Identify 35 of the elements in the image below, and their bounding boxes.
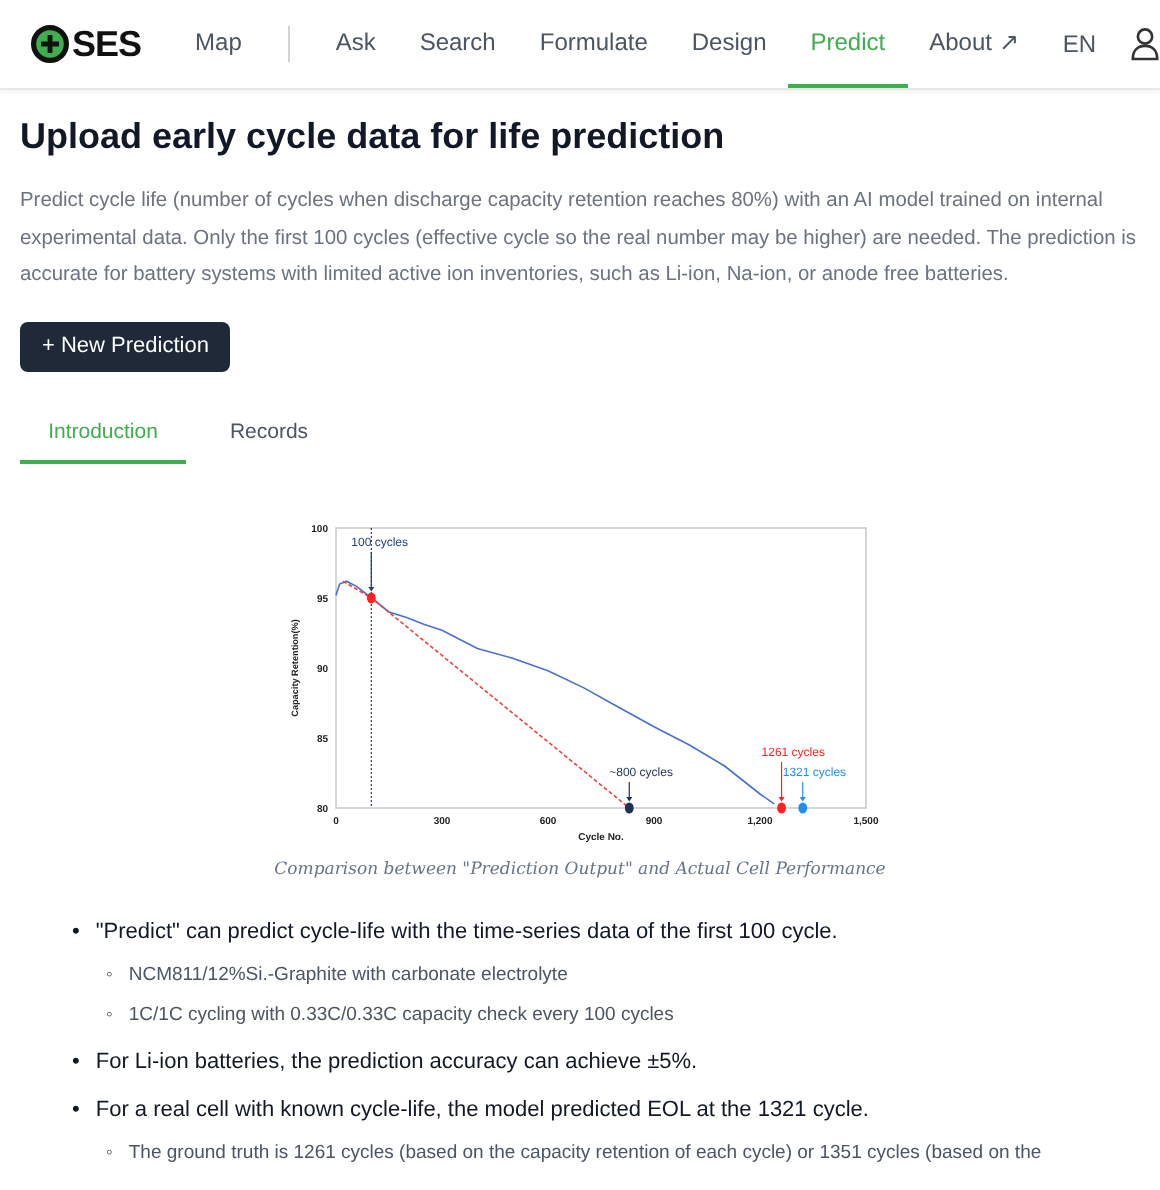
logo-text[interactable]: SES bbox=[72, 23, 142, 65]
bullet-text: For Li-ion batteries, the prediction accuracy can achieve ±5%. bbox=[95, 1049, 698, 1073]
bullet-icon: ◦ bbox=[106, 1141, 113, 1163]
annotation-arrow bbox=[799, 780, 806, 801]
bullet-icon: • bbox=[72, 1097, 80, 1121]
bullet-icon: ◦ bbox=[106, 963, 113, 985]
bullet-icon: ◦ bbox=[106, 1003, 113, 1025]
annotation-arrow bbox=[368, 550, 375, 591]
bullet-text: The ground truth is 1261 cycles (based on the capacity retention of each cycle) or 1351 cycles (based on the bbox=[128, 1141, 1042, 1163]
user-icon[interactable] bbox=[1129, 26, 1160, 62]
nav-link[interactable]: Map bbox=[173, 0, 264, 88]
data-point bbox=[624, 801, 634, 813]
nav-link[interactable]: Ask bbox=[313, 0, 398, 88]
new-prediction-button[interactable]: + New Prediction bbox=[20, 321, 231, 371]
plus-circle-icon bbox=[30, 24, 70, 64]
nav-link[interactable]: Search bbox=[397, 0, 518, 88]
language-selector[interactable]: EN bbox=[1040, 30, 1118, 58]
figure-caption: Comparison between "Prediction Output" and Actual Cell Performance bbox=[274, 859, 886, 879]
bullet-icon: • bbox=[72, 919, 80, 943]
data-point bbox=[798, 801, 808, 813]
annotation-arrow bbox=[626, 780, 633, 801]
nav-link[interactable]: Design bbox=[669, 0, 789, 88]
annotation-arrow bbox=[778, 760, 785, 801]
bullet-icon: • bbox=[72, 1049, 80, 1073]
tab[interactable]: Records bbox=[186, 411, 352, 463]
data-point bbox=[366, 591, 376, 603]
nav-link[interactable]: About ↗ bbox=[907, 0, 1041, 88]
bullet-text: 1C/1C cycling with 0.33C/0.33C capacity check every 100 cycles bbox=[128, 1003, 674, 1025]
bullet-text: "Predict" can predict cycle-life with the time-series data of the first 100 cycle. bbox=[95, 919, 838, 943]
nav-link[interactable]: Formulate bbox=[517, 0, 670, 88]
bullet-text: NCM811/12%Si.-Graphite with carbonate electrolyte bbox=[128, 963, 568, 985]
page-heading: Upload early cycle data for life prediction bbox=[20, 116, 727, 158]
bullet-text: For a real cell with known cycle-life, the model predicted EOL at the 1321 cycle. bbox=[95, 1097, 869, 1121]
data-point bbox=[777, 801, 786, 813]
description-text: Predict cycle life (number of cycles when discharge capacity retention reaches 80%) with an AI model trained on internal experimental data. Only the first 100 cycles (effective cycle so the real number may be higher) are needed. The prediction is accurate for battery systems with limited active ion inventories, such as Li-ion, Na-ion, or anode free batteries. bbox=[20, 188, 1138, 290]
